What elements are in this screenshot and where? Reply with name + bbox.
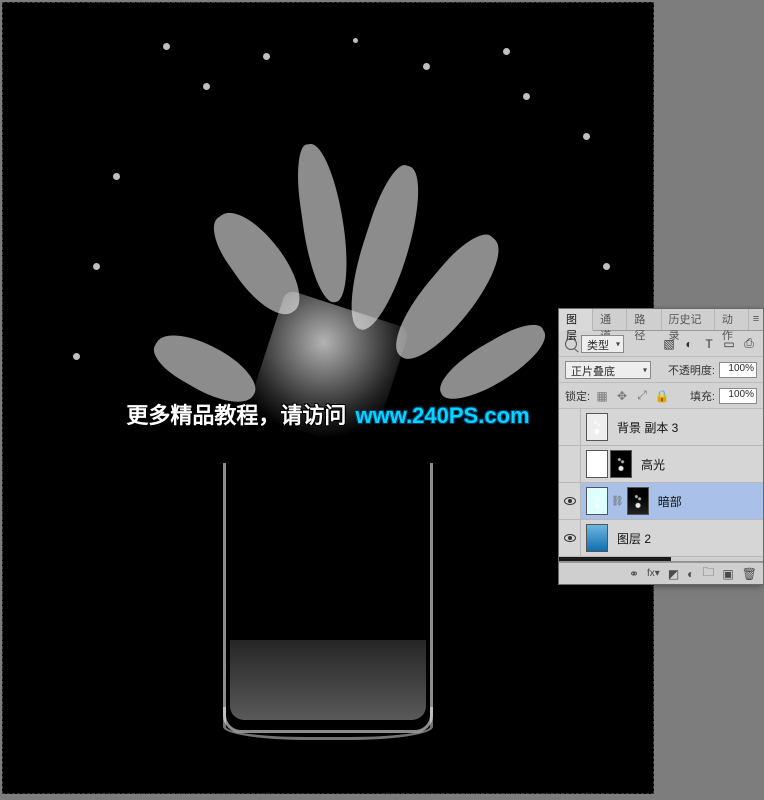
add-mask-icon[interactable]: ◩ <box>668 567 679 581</box>
splash <box>292 141 354 305</box>
layer-name[interactable]: 高光 <box>637 456 759 473</box>
visibility-toggle[interactable] <box>559 446 581 482</box>
fill-input[interactable]: 100% <box>719 388 757 404</box>
filter-type-icon[interactable]: T <box>701 336 717 352</box>
panel-footer: ⚭ fx▾ ◩ ◐ 🗀 ▣ 🗑 <box>559 562 763 584</box>
tab-history[interactable]: 历史记录 <box>662 309 715 330</box>
layer-name[interactable]: 图层 2 <box>613 530 759 547</box>
trash-icon[interactable]: 🗑 <box>742 567 757 581</box>
ice-cube <box>246 289 410 453</box>
lock-pixels-icon[interactable]: ▦ <box>594 388 610 404</box>
layer-name[interactable]: 背景 副本 3 <box>613 419 759 436</box>
canvas[interactable]: 更多精品教程，请访问 www.240PS.com <box>2 2 654 794</box>
droplet <box>73 353 80 360</box>
droplet <box>423 63 430 70</box>
link-layers-icon[interactable]: ⚭ <box>629 567 639 581</box>
layers-list: 背景 副本 3 高光 ⛓ 暗部 图层 2 <box>559 409 763 557</box>
splash <box>203 200 313 327</box>
tab-layers[interactable]: 图层 <box>559 309 593 331</box>
adjustment-layer-icon[interactable]: ◐ <box>687 567 694 581</box>
canvas-content <box>3 3 653 793</box>
droplet <box>583 133 590 140</box>
panel-tabs: 图层 通道 路径 历史记录 动作 ≡ <box>559 309 763 331</box>
layer-thumb[interactable] <box>586 413 608 441</box>
layer-row[interactable]: 高光 <box>559 446 763 483</box>
droplet <box>603 263 610 270</box>
filter-smart-icon[interactable]: ⎙ <box>741 336 757 352</box>
opacity-input[interactable]: 100% <box>719 362 757 378</box>
layer-name[interactable]: 暗部 <box>654 493 759 510</box>
lock-artboard-icon[interactable]: ⤢ <box>634 388 650 404</box>
chevron-down-icon: ▾ <box>643 365 647 374</box>
visibility-toggle[interactable] <box>559 409 581 445</box>
layer-mask-thumb[interactable] <box>586 450 608 478</box>
filter-type-select[interactable]: 类型 ▾ <box>581 335 624 353</box>
glass-shape <box>223 463 433 733</box>
panel-menu-icon[interactable]: ≡ <box>749 309 763 330</box>
layer-row[interactable]: ⛓ 暗部 <box>559 483 763 520</box>
splash <box>147 321 265 415</box>
filter-adjust-icon[interactable]: ◐ <box>681 336 697 352</box>
layer-thumb[interactable] <box>610 450 632 478</box>
mask-link-icon[interactable]: ⛓ <box>610 496 625 507</box>
filter-type-value: 类型 <box>587 340 609 352</box>
group-icon[interactable]: 🗀 <box>702 563 714 584</box>
chevron-down-icon: ▾ <box>616 339 620 348</box>
layer-mask-thumb[interactable] <box>627 487 649 515</box>
droplet <box>503 48 510 55</box>
search-icon <box>565 338 577 350</box>
droplet <box>263 53 270 60</box>
lock-all-icon[interactable]: 🔒 <box>654 388 670 404</box>
eye-icon <box>564 534 576 542</box>
layer-thumb[interactable] <box>586 524 608 552</box>
eye-icon <box>564 497 576 505</box>
fill-label: 填充: <box>690 388 715 404</box>
fx-icon[interactable]: fx▾ <box>647 568 660 579</box>
layer-row[interactable]: 图层 2 <box>559 520 763 557</box>
droplet <box>203 83 210 90</box>
droplet <box>113 173 120 180</box>
tab-paths[interactable]: 路径 <box>627 309 661 330</box>
layers-panel: 图层 通道 路径 历史记录 动作 ≡ 类型 ▾ ▧ ◐ T ▭ ⎙ 正片叠底 ▾… <box>558 308 764 585</box>
droplet <box>93 263 100 270</box>
visibility-toggle[interactable] <box>559 520 581 556</box>
visibility-toggle[interactable] <box>559 483 581 519</box>
opacity-label: 不透明度: <box>668 362 715 378</box>
droplet <box>353 38 358 43</box>
lock-row: 锁定: ▦ ✥ ⤢ 🔒 填充: 100% <box>559 383 763 409</box>
lock-position-icon[interactable]: ✥ <box>614 388 630 404</box>
lock-label: 锁定: <box>565 388 590 404</box>
tab-actions[interactable]: 动作 <box>715 309 749 330</box>
layer-row[interactable]: 背景 副本 3 <box>559 409 763 446</box>
new-layer-icon[interactable]: ▣ <box>722 567 733 581</box>
fill-value: 100% <box>728 389 754 400</box>
droplet <box>163 43 170 50</box>
tab-channels[interactable]: 通道 <box>593 309 627 330</box>
water-level <box>230 640 426 720</box>
layer-filter-row: 类型 ▾ ▧ ◐ T ▭ ⎙ <box>559 331 763 357</box>
opacity-value: 100% <box>728 363 754 374</box>
blend-mode-value: 正片叠底 <box>571 366 615 378</box>
droplet <box>523 93 530 100</box>
layer-thumb[interactable] <box>586 487 608 515</box>
filter-image-icon[interactable]: ▧ <box>661 336 677 352</box>
blend-mode-select[interactable]: 正片叠底 ▾ <box>565 361 651 379</box>
filter-shape-icon[interactable]: ▭ <box>721 336 737 352</box>
blend-row: 正片叠底 ▾ 不透明度: 100% <box>559 357 763 383</box>
